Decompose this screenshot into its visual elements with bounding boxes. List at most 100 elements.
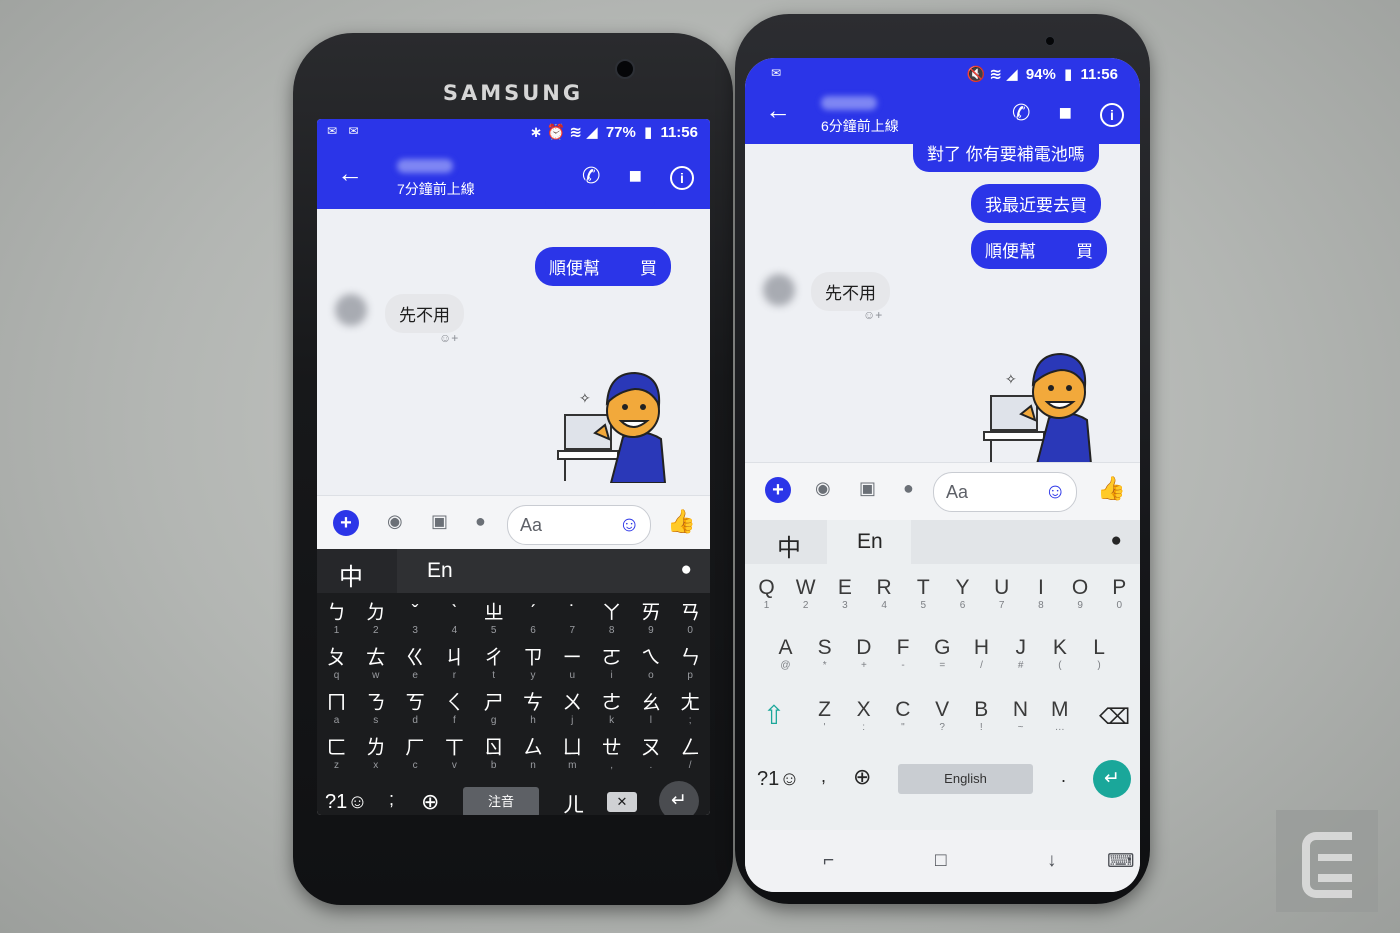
chinese-mode-key[interactable]: 中 — [777, 528, 801, 563]
sent-message[interactable]: 我最近要去買 — [971, 184, 1101, 223]
key-6[interactable]: ˊ6 — [514, 601, 553, 647]
cartoon-sticker[interactable]: ✧ — [979, 348, 1097, 464]
space-bar[interactable]: English — [898, 764, 1033, 794]
info-icon[interactable]: i — [670, 166, 694, 190]
sent-message-cut[interactable]: 對了 你有要補電池嗎 — [913, 140, 1099, 172]
globe-icon[interactable]: ⊕ — [421, 789, 439, 815]
thumbs-up-icon[interactable]: 👍 — [1097, 475, 1126, 502]
key-5[interactable]: ㄓ5 — [474, 601, 513, 647]
key-@[interactable]: A @ — [766, 636, 805, 682]
chinese-mode-key[interactable]: 中 — [339, 557, 363, 592]
english-mode-tab[interactable]: En — [397, 549, 710, 593]
key-3[interactable]: E3 — [825, 576, 864, 622]
key-w[interactable]: ㄊw — [356, 646, 395, 692]
key-#[interactable]: J # — [1001, 636, 1040, 682]
key-,[interactable]: ㄝ, — [592, 736, 631, 782]
shift-key[interactable]: ⇧ — [763, 700, 785, 731]
recent-apps-icon[interactable]: ⌐ — [823, 850, 834, 872]
key-.[interactable]: ㄡ. — [631, 736, 670, 782]
key-j[interactable]: ㄨj — [553, 691, 592, 737]
key-+[interactable]: D + — [844, 636, 883, 682]
key-:[interactable]: X: — [844, 698, 883, 744]
key-o[interactable]: ㄟo — [631, 646, 670, 692]
key-2[interactable]: W2 — [786, 576, 825, 622]
key-…[interactable]: M… — [1040, 698, 1079, 744]
key-t[interactable]: ㄔt — [474, 646, 513, 692]
key-"[interactable]: C " — [883, 698, 922, 744]
key-0[interactable]: ㄢ0 — [671, 601, 710, 647]
english-mode-tab[interactable]: En — [827, 520, 911, 564]
key-)[interactable]: L) — [1080, 636, 1119, 682]
phone-call-icon[interactable]: ✆ — [582, 163, 600, 189]
key-7[interactable]: ˙ 7 — [553, 601, 592, 647]
key-;[interactable]: ㄤ; — [671, 691, 710, 737]
globe-icon[interactable]: ⊕ — [853, 764, 871, 790]
microphone-icon[interactable]: ● — [475, 511, 486, 532]
key-'[interactable]: Z ' — [805, 698, 844, 744]
key-z[interactable]: ㄈz — [317, 736, 356, 782]
back-arrow-icon[interactable]: ← — [765, 96, 791, 124]
key-1[interactable]: Q1 — [747, 576, 786, 622]
voice-input-icon[interactable]: ● — [1111, 530, 1122, 552]
key-a[interactable]: ㄇa — [317, 691, 356, 737]
add-reaction-icon[interactable]: ☺+ — [863, 308, 882, 322]
key-6[interactable]: Y6 — [943, 576, 982, 622]
space-bar[interactable]: 注音 — [463, 787, 539, 815]
key-e[interactable]: ㄍe — [396, 646, 435, 692]
received-message[interactable]: 先不用 — [385, 294, 464, 333]
enter-key[interactable]: ↵ — [659, 781, 699, 815]
add-plus-icon[interactable]: + — [765, 477, 791, 503]
emoji-icon[interactable]: ☺ — [1045, 480, 1066, 504]
key-l[interactable]: ㄠl — [631, 691, 670, 737]
back-button-icon[interactable]: ↓ — [1047, 850, 1057, 872]
key-g[interactable]: ㄕg — [474, 691, 513, 737]
home-button-icon[interactable]: □ — [935, 850, 946, 872]
symbols-key[interactable]: ?1☺ — [325, 791, 368, 814]
camera-icon[interactable]: ◉ — [387, 511, 403, 532]
key-*[interactable]: S * — [805, 636, 844, 682]
key-4[interactable]: ˋ4 — [435, 601, 474, 647]
add-reaction-icon[interactable]: ☺+ — [439, 331, 458, 345]
key-([interactable]: K( — [1040, 636, 1079, 682]
key-/[interactable]: H / — [962, 636, 1001, 682]
key-i[interactable]: ㄛi — [592, 646, 631, 692]
key-r[interactable]: ㄐr — [435, 646, 474, 692]
info-icon[interactable]: i — [1100, 103, 1124, 127]
key-n[interactable]: ㄙn — [514, 736, 553, 782]
key-/[interactable]: ㄥ / — [671, 736, 710, 782]
period-key[interactable]: . — [1061, 766, 1066, 787]
key--[interactable]: F- — [884, 636, 923, 682]
enter-key[interactable]: ↵ — [1093, 760, 1131, 798]
key-8[interactable]: I8 — [1021, 576, 1060, 622]
message-input[interactable]: Aa ☺ — [933, 472, 1077, 512]
back-arrow-icon[interactable]: ← — [337, 159, 363, 187]
key-9[interactable]: O9 — [1061, 576, 1100, 622]
key-2[interactable]: ㄉ2 — [356, 601, 395, 647]
key-4[interactable]: R4 — [865, 576, 904, 622]
cartoon-sticker[interactable]: ✧ — [553, 367, 671, 483]
key-k[interactable]: ㄜk — [592, 691, 631, 737]
key-=[interactable]: G = — [923, 636, 962, 682]
received-message[interactable]: 先不用 — [811, 272, 890, 311]
phone-call-icon[interactable]: ✆ — [1012, 100, 1030, 126]
key-d[interactable]: ㄎd — [396, 691, 435, 737]
key-p[interactable]: ㄣp — [671, 646, 710, 692]
key-x[interactable]: ㄌx — [356, 736, 395, 782]
er-key[interactable]: ㄦ — [563, 789, 584, 815]
key-v[interactable]: ㄒv — [435, 736, 474, 782]
key-c[interactable]: ㄏc — [396, 736, 435, 782]
delete-key[interactable]: ⌫ — [1099, 704, 1130, 730]
symbols-key[interactable]: ?1☺ — [757, 768, 800, 791]
key-3[interactable]: ˇ3 — [396, 601, 435, 647]
voice-input-icon[interactable]: ● — [681, 559, 692, 581]
message-input[interactable]: Aa ☺ — [507, 505, 651, 545]
key-~[interactable]: N ~ — [1001, 698, 1040, 744]
gallery-icon[interactable]: ▣ — [859, 478, 876, 499]
sent-message[interactable]: 順便幫 買 — [535, 247, 671, 286]
microphone-icon[interactable]: ● — [903, 478, 914, 499]
key-7[interactable]: U7 — [982, 576, 1021, 622]
key-1[interactable]: ㄅ1 — [317, 601, 356, 647]
key-f[interactable]: ㄑf — [435, 691, 474, 737]
contact-avatar[interactable] — [335, 294, 367, 326]
key-![interactable]: B! — [962, 698, 1001, 744]
